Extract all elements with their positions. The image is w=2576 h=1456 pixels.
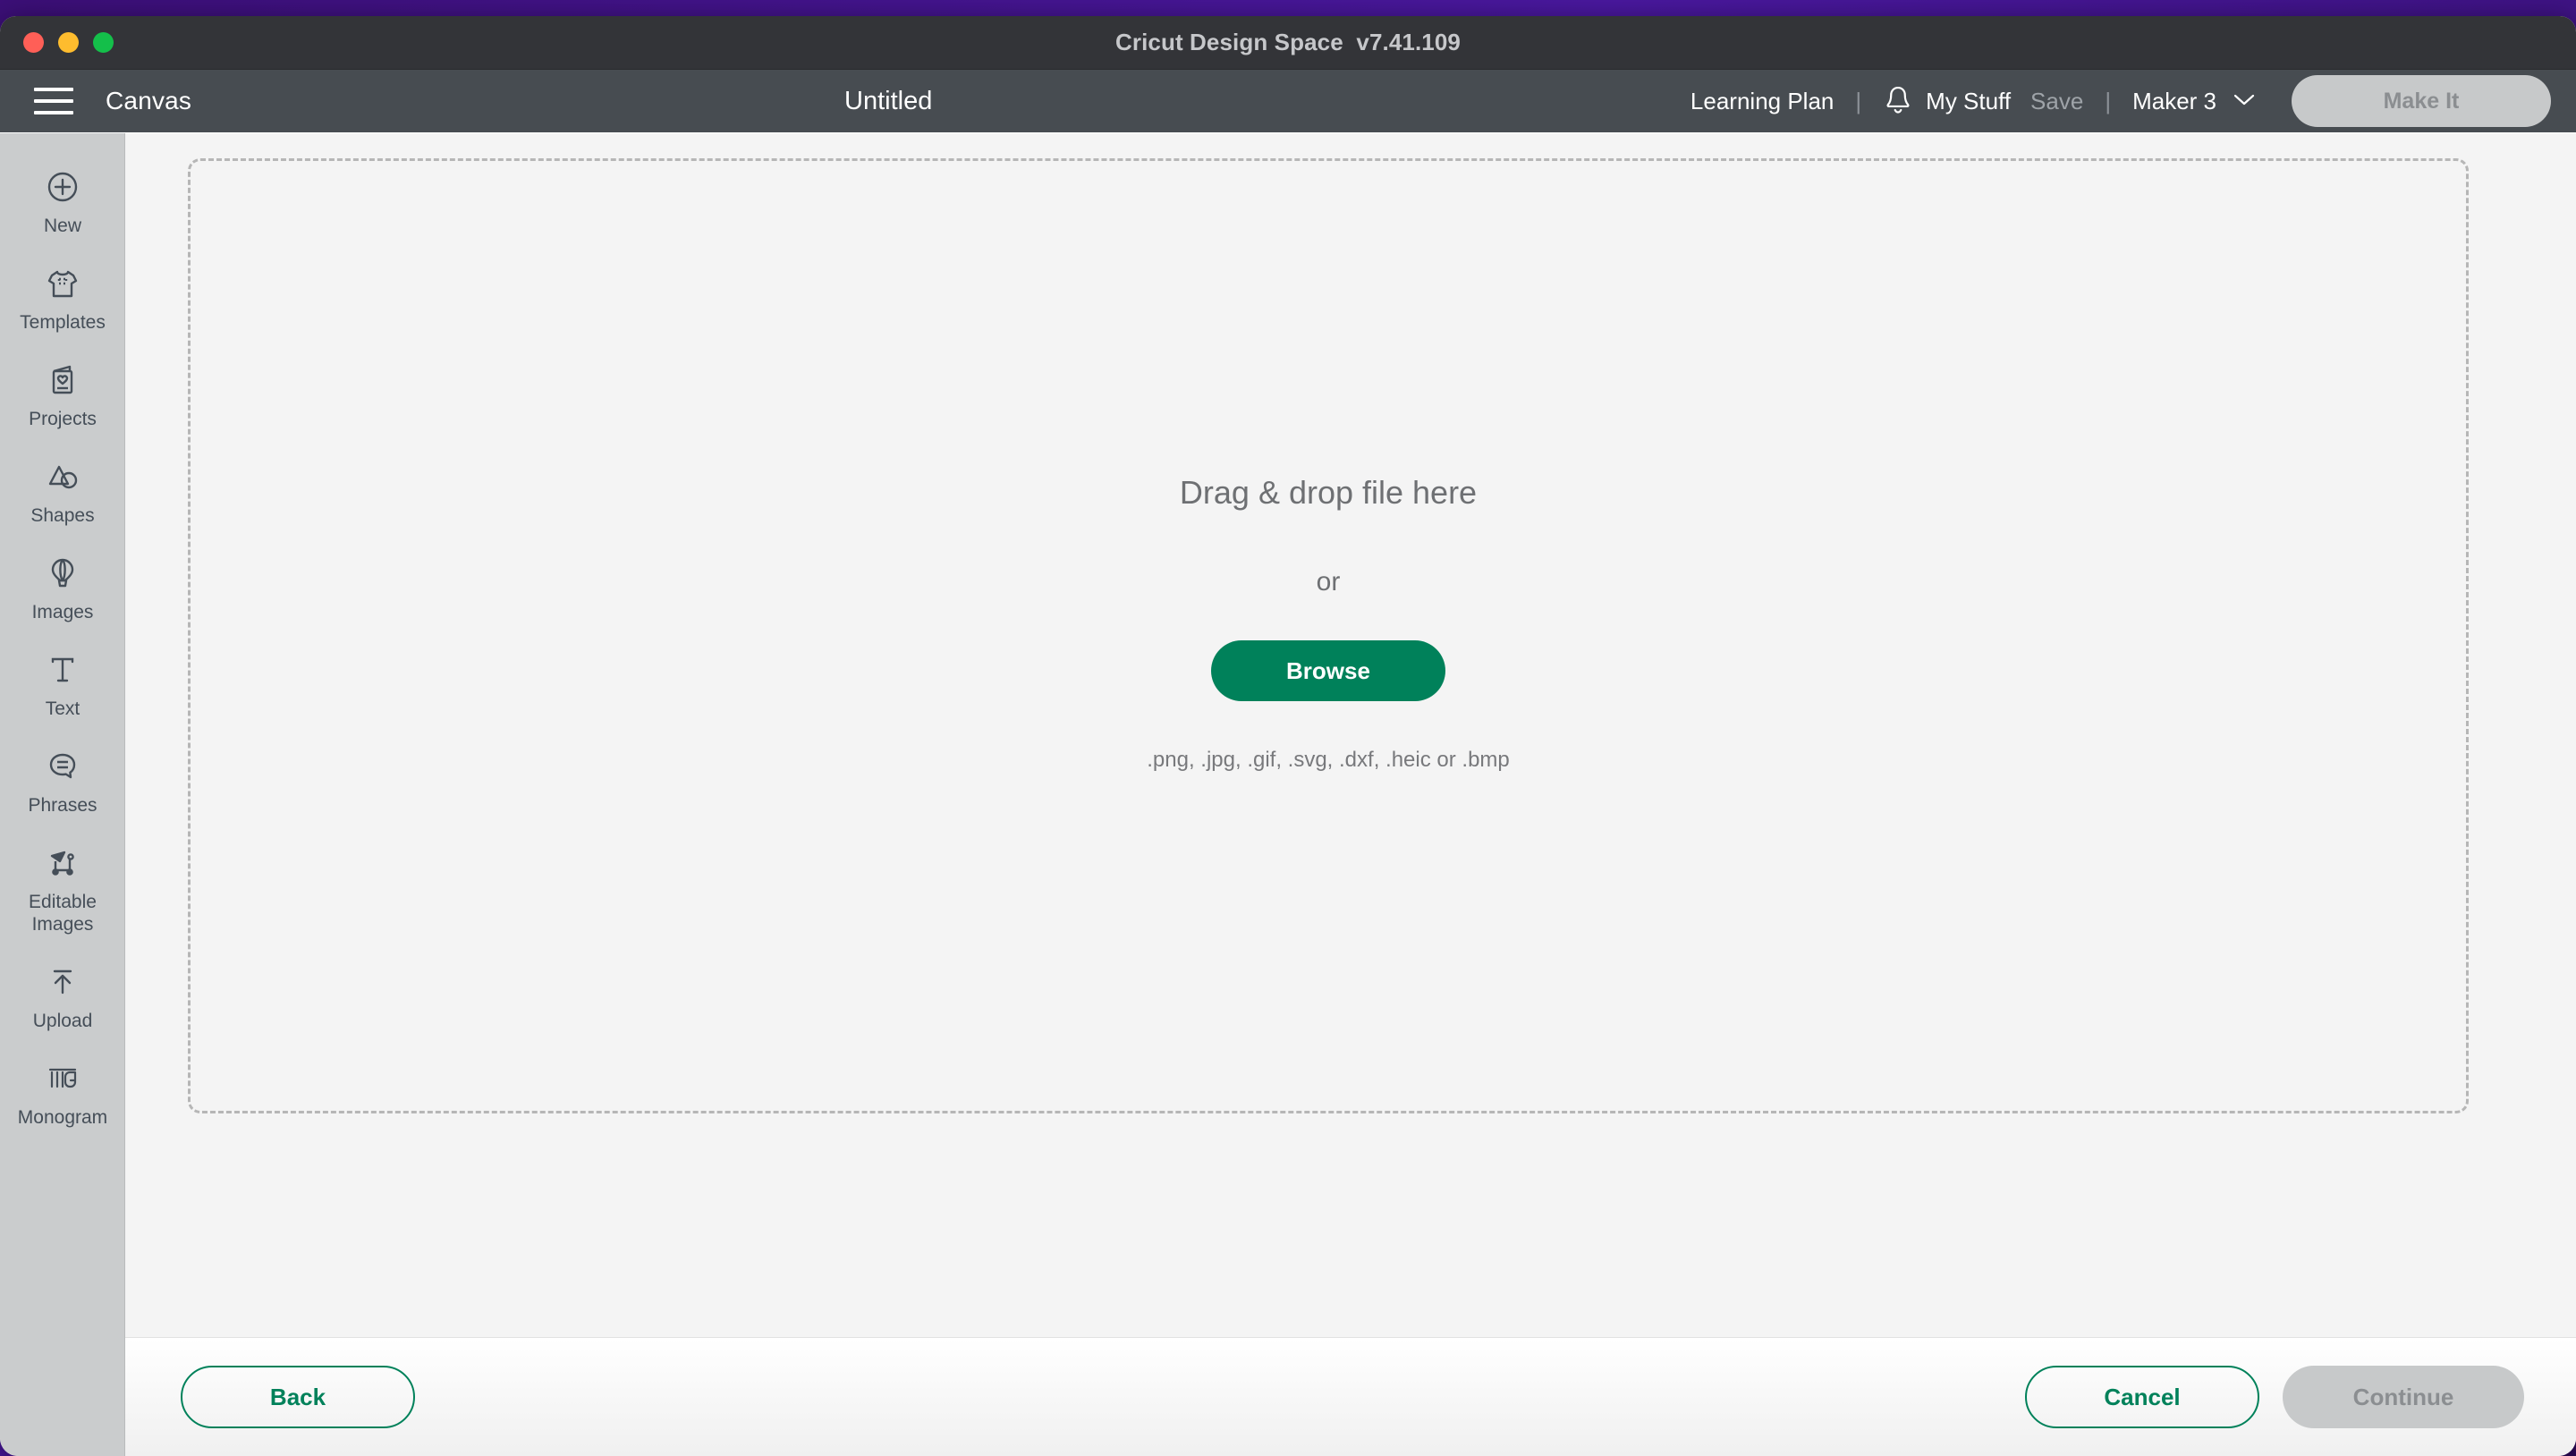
window-titlebar: Cricut Design Space v7.41.109 — [0, 16, 2576, 70]
app-body: New Templates — [0, 133, 2576, 1456]
main-content: Drag & drop file here or Browse .png, .j… — [125, 133, 2576, 1456]
footer-right-actions: Cancel Continue — [2025, 1366, 2524, 1428]
sidebar-item-templates[interactable]: Templates — [0, 250, 125, 346]
speech-bubble-icon — [43, 747, 82, 786]
continue-button[interactable]: Continue — [2283, 1366, 2524, 1428]
footer-action-bar: Back Cancel Continue — [125, 1337, 2576, 1456]
sidebar-item-label: Phrases — [28, 794, 97, 817]
learning-plan-link[interactable]: Learning Plan — [1690, 88, 1834, 115]
header-separator-1: | — [1834, 88, 1883, 115]
browse-button[interactable]: Browse — [1211, 640, 1445, 701]
shapes-icon — [43, 457, 82, 496]
sidebar-item-images[interactable]: Images — [0, 539, 125, 636]
machine-name: Maker 3 — [2132, 88, 2216, 115]
sidebar-item-phrases[interactable]: Phrases — [0, 732, 125, 829]
window-title: Cricut Design Space v7.41.109 — [1115, 29, 1461, 56]
make-it-button[interactable]: Make It — [2292, 75, 2551, 127]
file-dropzone[interactable]: Drag & drop file here or Browse .png, .j… — [188, 158, 2469, 1113]
editable-images-icon — [43, 843, 82, 883]
sidebar-item-monogram[interactable]: Monogram — [0, 1045, 125, 1141]
sidebar-item-shapes[interactable]: Shapes — [0, 443, 125, 539]
dropzone-title: Drag & drop file here — [1180, 474, 1477, 512]
dropzone-or-label: or — [1317, 567, 1341, 597]
sidebar-item-label: Templates — [20, 311, 106, 334]
left-sidebar: New Templates — [0, 133, 125, 1456]
upload-arrow-icon — [43, 962, 82, 1002]
sidebar-item-new[interactable]: New — [0, 153, 125, 250]
hamburger-menu-icon[interactable] — [34, 88, 73, 114]
card-heart-icon — [43, 360, 82, 400]
monogram-mg-icon — [43, 1059, 82, 1098]
machine-selector[interactable]: Maker 3 — [2132, 88, 2258, 115]
sidebar-item-label: Shapes — [30, 504, 94, 527]
maximize-button[interactable] — [93, 32, 114, 53]
back-button[interactable]: Back — [181, 1366, 415, 1428]
sidebar-item-label: Monogram — [18, 1106, 107, 1129]
sidebar-item-label: Upload — [33, 1010, 93, 1032]
sidebar-item-projects[interactable]: Projects — [0, 346, 125, 443]
minimize-button[interactable] — [58, 32, 79, 53]
sidebar-item-label: Editable Images — [4, 891, 122, 935]
cancel-button[interactable]: Cancel — [2025, 1366, 2259, 1428]
sidebar-item-text[interactable]: Text — [0, 636, 125, 732]
my-stuff-link[interactable]: My Stuff — [1926, 88, 2011, 115]
dropzone-formats: .png, .jpg, .gif, .svg, .dxf, .heic or .… — [1147, 748, 1510, 773]
traffic-light-controls — [23, 16, 114, 69]
text-t-icon — [43, 650, 82, 690]
save-button[interactable]: Save — [2030, 88, 2083, 115]
canvas-label[interactable]: Canvas — [106, 87, 191, 115]
app-header: Canvas Untitled Learning Plan | My Stuff… — [0, 70, 2576, 132]
bell-icon[interactable] — [1883, 85, 1913, 117]
hot-air-balloon-icon — [43, 554, 82, 593]
app-header-right: Learning Plan | My Stuff Save | Maker 3 — [1690, 70, 2551, 132]
sidebar-item-label: New — [44, 215, 81, 237]
plus-circle-icon — [43, 167, 82, 207]
app-window: Cricut Design Space v7.41.109 Canvas Unt… — [0, 16, 2576, 1456]
sidebar-item-label: Images — [32, 601, 94, 623]
document-title[interactable]: Untitled — [844, 87, 932, 116]
header-separator-2: | — [2083, 88, 2132, 115]
sidebar-item-editable-images[interactable]: Editable Images — [0, 829, 125, 948]
chevron-down-icon — [2231, 91, 2258, 112]
close-button[interactable] — [23, 32, 44, 53]
sidebar-item-label: Text — [46, 698, 80, 720]
tshirt-icon — [43, 264, 82, 303]
dropzone-wrapper: Drag & drop file here or Browse .png, .j… — [125, 133, 2576, 1337]
sidebar-item-label: Projects — [29, 408, 97, 430]
sidebar-item-upload[interactable]: Upload — [0, 948, 125, 1045]
